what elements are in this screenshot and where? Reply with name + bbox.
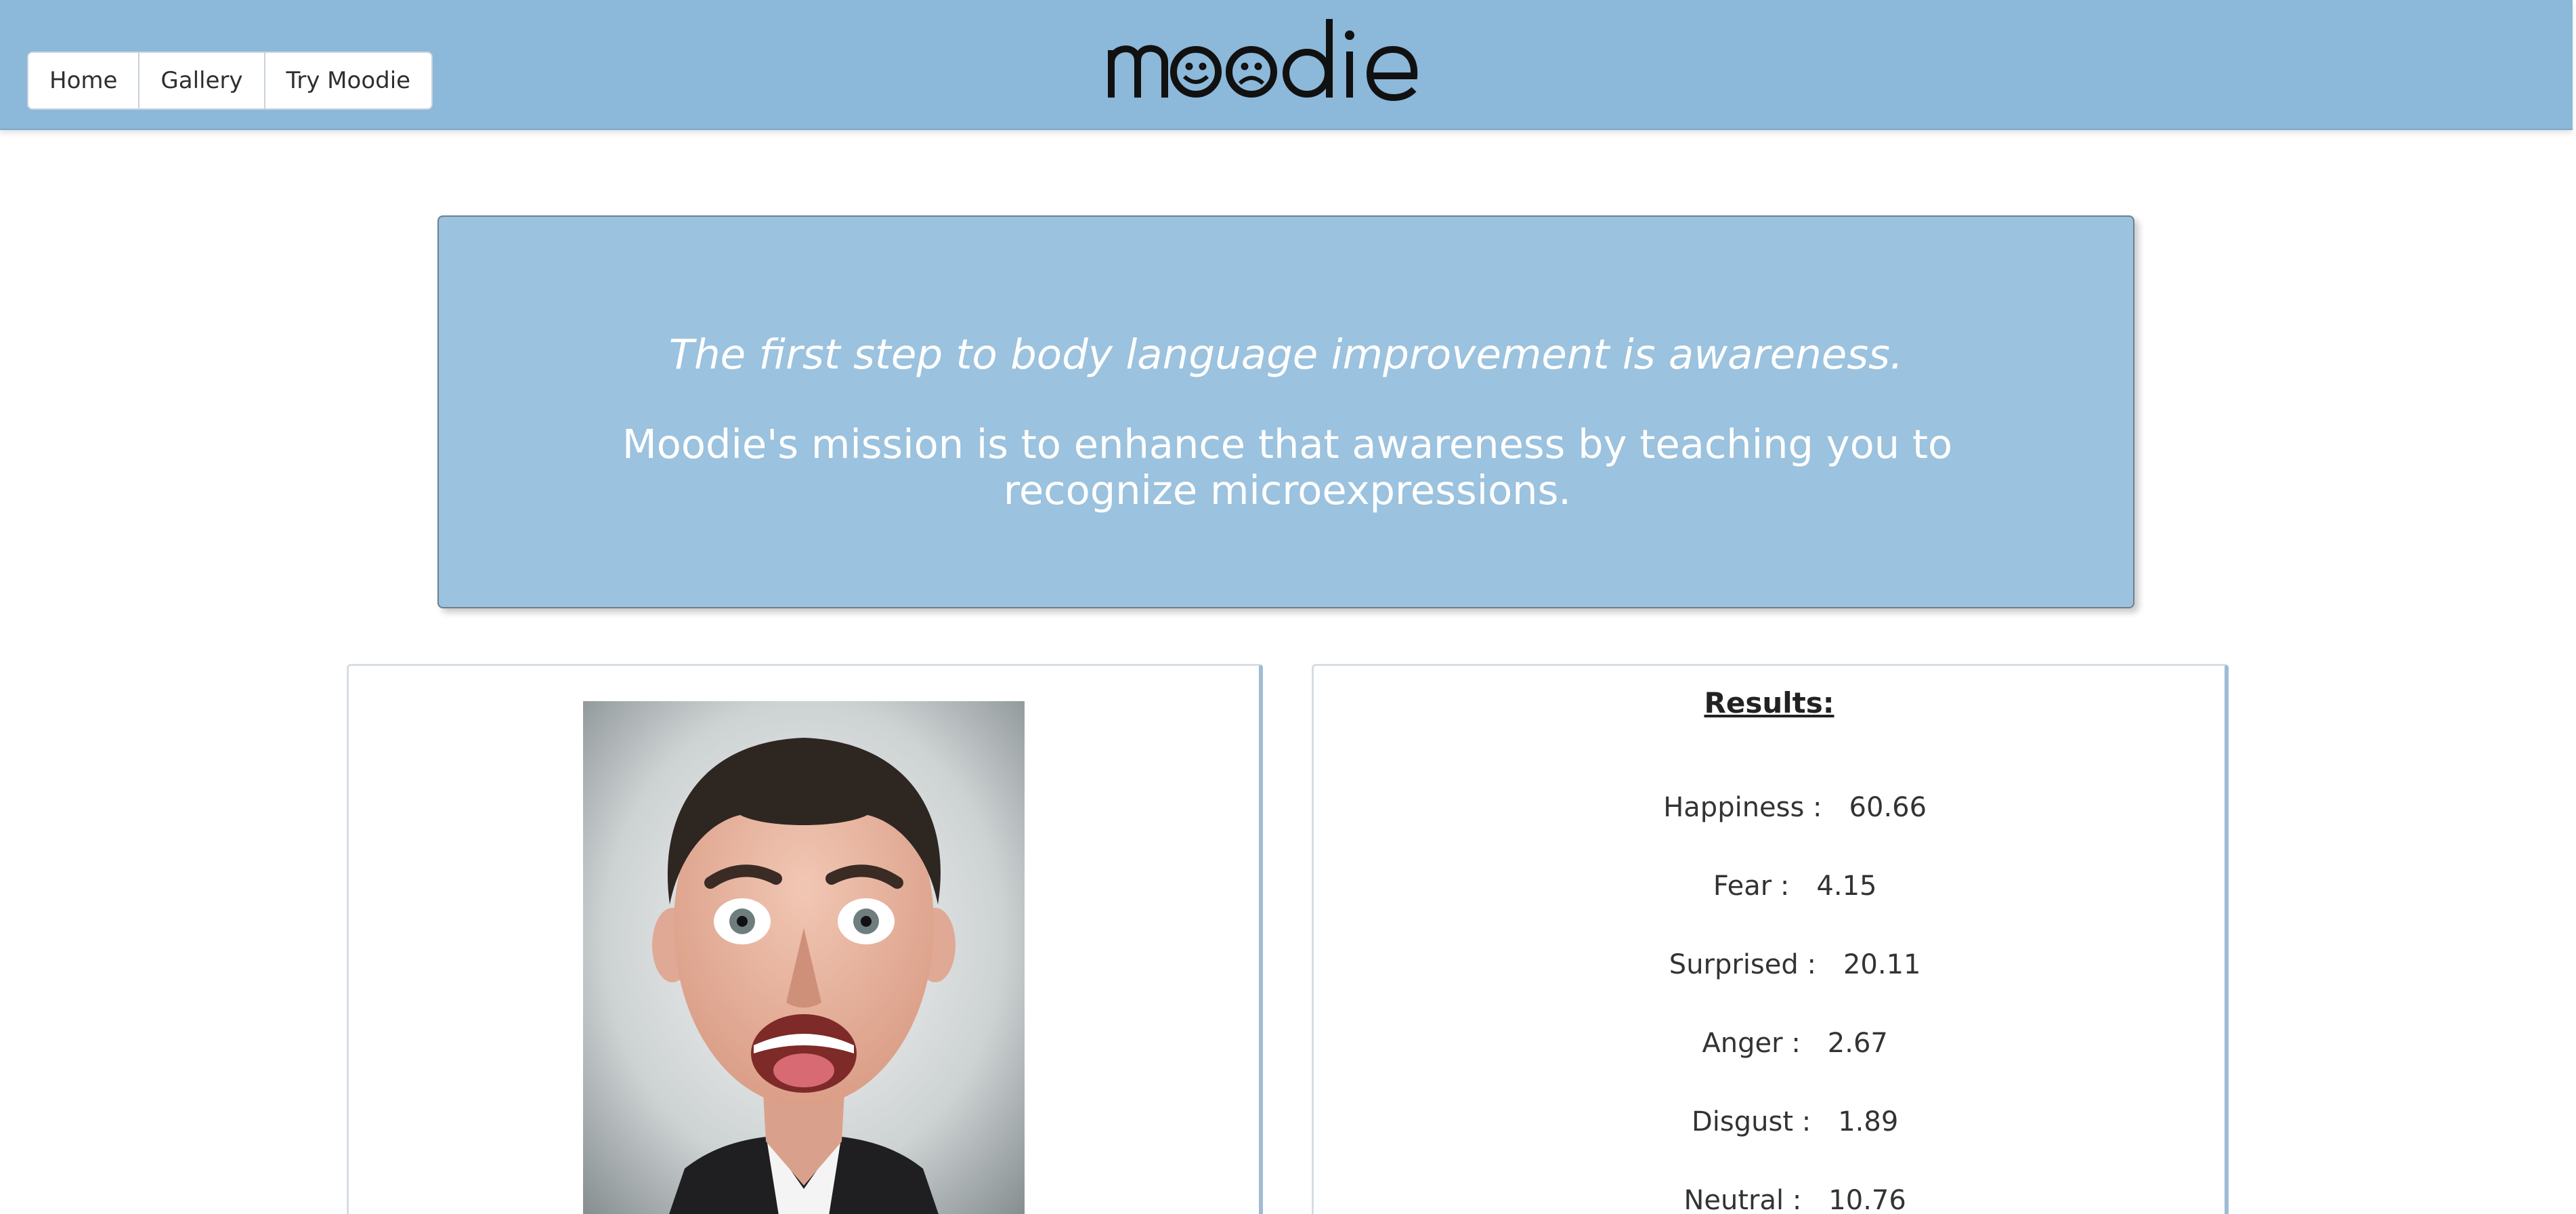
result-value: 60.66 xyxy=(1849,792,1927,823)
results-title: Results: xyxy=(1704,686,1834,719)
face-photo-svg xyxy=(583,701,1025,1214)
result-label: Fear : xyxy=(1713,871,1790,902)
page: Home Gallery Try Moodie The first step t… xyxy=(0,0,2576,1214)
result-label: Anger : xyxy=(1702,1028,1801,1059)
hero-mission: Moodie's mission is to enhance that awar… xyxy=(622,421,1953,514)
results-panel: Results: Happiness : 60.66 Fear : 4.15 Sur… xyxy=(1312,664,2229,1214)
result-label: Happiness : xyxy=(1663,792,1822,823)
result-label: Disgust : xyxy=(1692,1106,1811,1137)
nav-try-moodie-button[interactable]: Try Moodie xyxy=(263,53,432,108)
result-row-neutral: Neutral : 10.76 xyxy=(1314,1154,2225,1214)
result-value: 20.11 xyxy=(1843,949,1921,980)
top-navbar: Home Gallery Try Moodie xyxy=(0,0,2573,130)
result-label: Surprised : xyxy=(1669,949,1816,980)
nav-home-button[interactable]: Home xyxy=(28,53,139,108)
result-value: 1.89 xyxy=(1838,1106,1899,1137)
face-photo xyxy=(583,701,1025,1214)
moodie-logo[interactable] xyxy=(1108,12,1421,106)
result-label: Neutral : xyxy=(1683,1185,1802,1214)
hero-quote: The first step to body language improvem… xyxy=(668,331,1904,379)
nav-button-group: Home Gallery Try Moodie xyxy=(27,51,433,110)
mission-banner: The first step to body language improvem… xyxy=(437,215,2134,608)
result-value: 4.15 xyxy=(1816,871,1877,902)
moodie-logo-svg xyxy=(1108,19,1418,102)
result-value: 10.76 xyxy=(1828,1185,1906,1214)
nav-gallery-button[interactable]: Gallery xyxy=(138,53,264,108)
result-value: 2.67 xyxy=(1827,1028,1888,1059)
image-panel xyxy=(347,664,1263,1214)
